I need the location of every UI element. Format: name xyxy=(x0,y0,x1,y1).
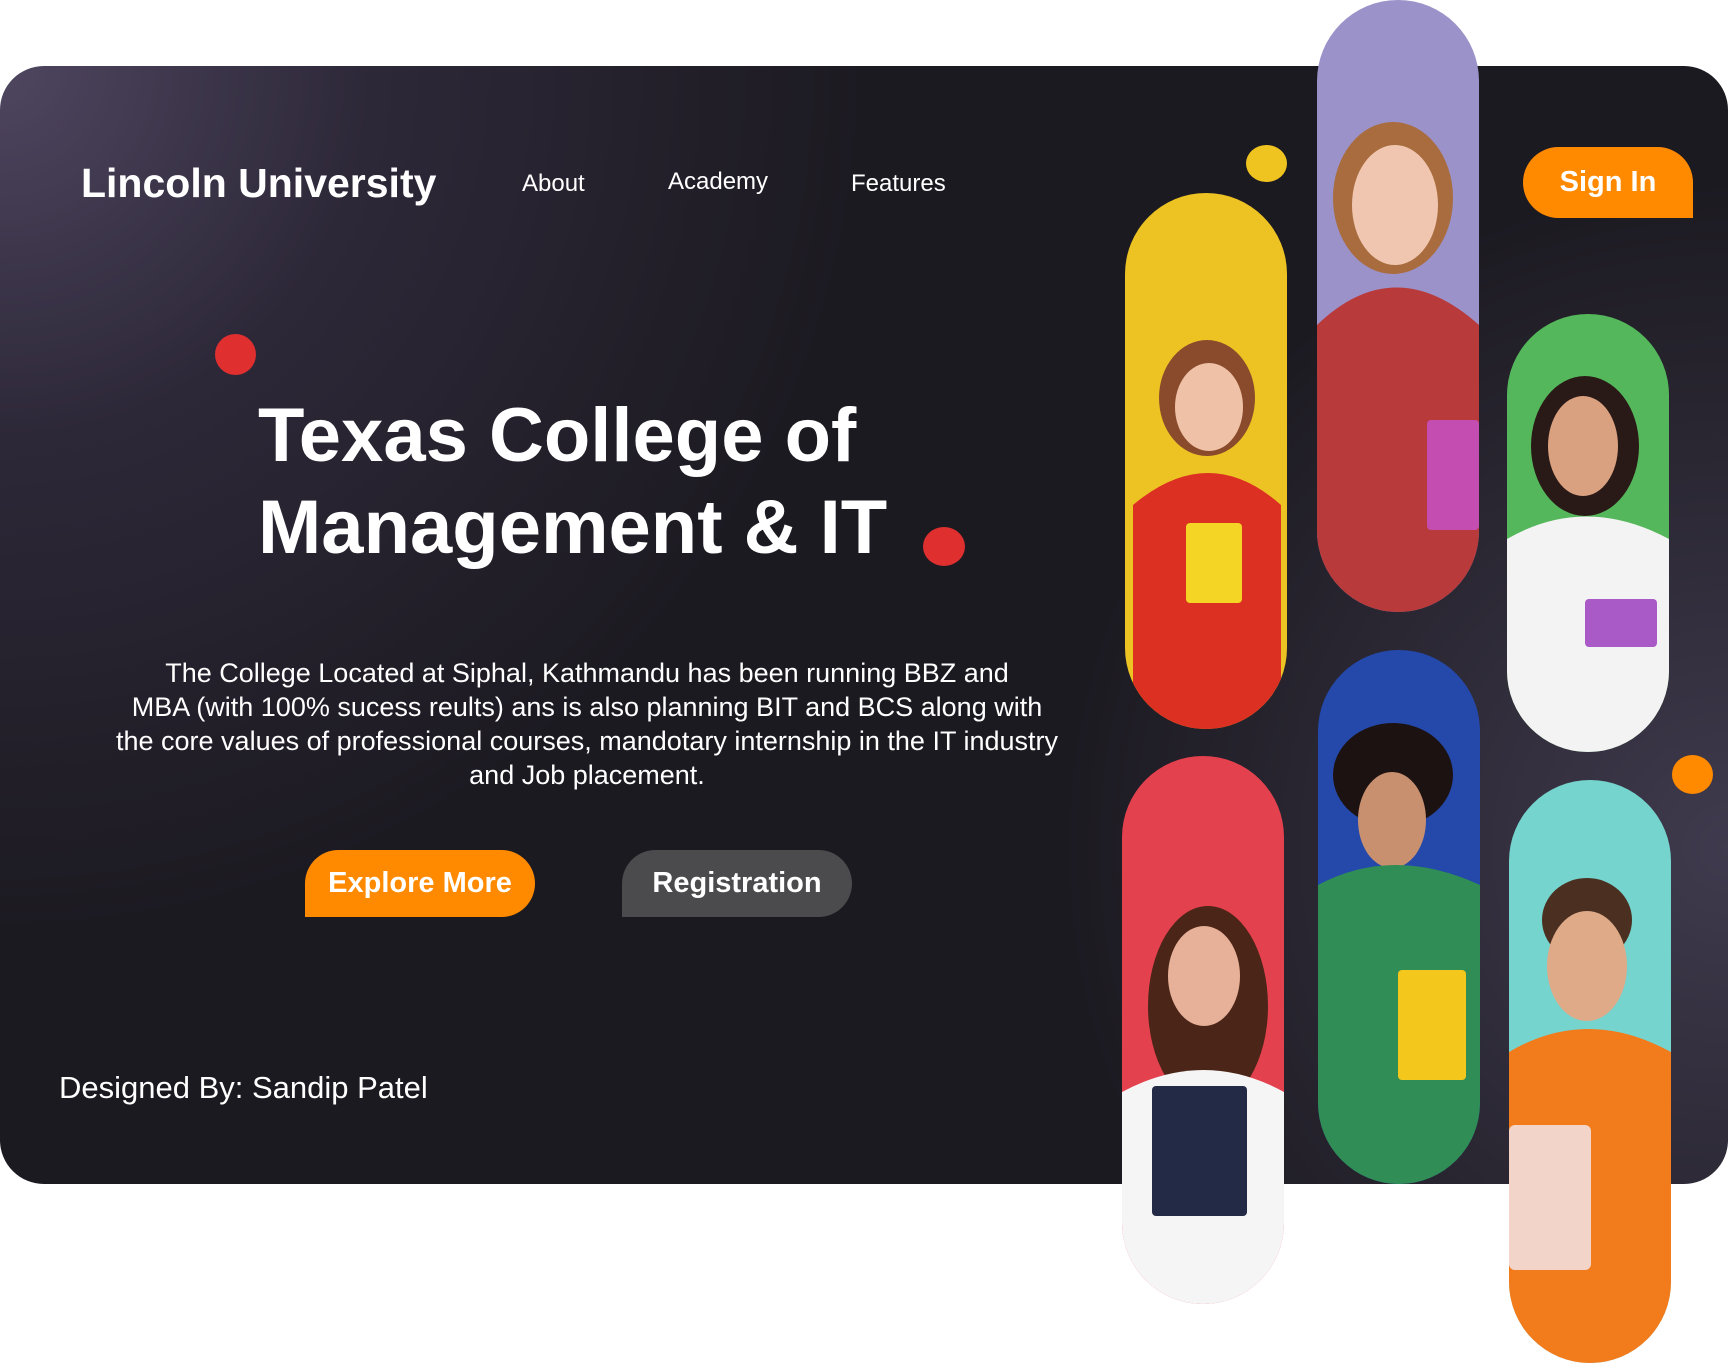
sign-in-button[interactable]: Sign In xyxy=(1523,147,1693,218)
description-line: MBA (with 100% sucess reults) ans is als… xyxy=(131,692,1043,722)
nav-academy-link[interactable]: Academy xyxy=(668,168,768,196)
description-line: the core values of professional courses,… xyxy=(116,726,1058,756)
student-photo xyxy=(1125,193,1287,729)
student-photo xyxy=(1509,780,1671,1363)
student-photo-card xyxy=(1122,756,1284,1304)
student-photo-card xyxy=(1318,650,1480,1184)
nav-about-link[interactable]: About xyxy=(522,170,585,198)
student-photo-card xyxy=(1509,780,1671,1363)
registration-button[interactable]: Registration xyxy=(622,850,852,917)
decorative-orange-dot xyxy=(1672,755,1713,794)
designer-credit: Designed By: Sandip Patel xyxy=(59,1070,428,1105)
hero-description: The College Located at Siphal, Kathmandu… xyxy=(55,656,1119,792)
student-photo xyxy=(1122,756,1284,1304)
decorative-yellow-dot xyxy=(1246,145,1287,182)
decorative-red-dot xyxy=(215,334,256,375)
page-title: Texas College of Management & IT xyxy=(258,390,958,574)
description-line: The College Located at Siphal, Kathmandu… xyxy=(165,658,1009,688)
site-logo[interactable]: Lincoln University xyxy=(81,160,436,207)
explore-more-button[interactable]: Explore More xyxy=(305,850,535,917)
student-photo-card xyxy=(1125,193,1287,729)
student-photo-card xyxy=(1507,314,1669,752)
page-title-line: Management & IT xyxy=(258,485,888,570)
student-photo xyxy=(1317,0,1479,612)
page-title-line: Texas College of xyxy=(258,393,857,478)
student-photo xyxy=(1507,314,1669,752)
student-photo-card xyxy=(1317,0,1479,612)
description-line: and Job placement. xyxy=(469,760,705,790)
nav-features-link[interactable]: Features xyxy=(851,170,946,198)
student-photo xyxy=(1318,650,1480,1184)
